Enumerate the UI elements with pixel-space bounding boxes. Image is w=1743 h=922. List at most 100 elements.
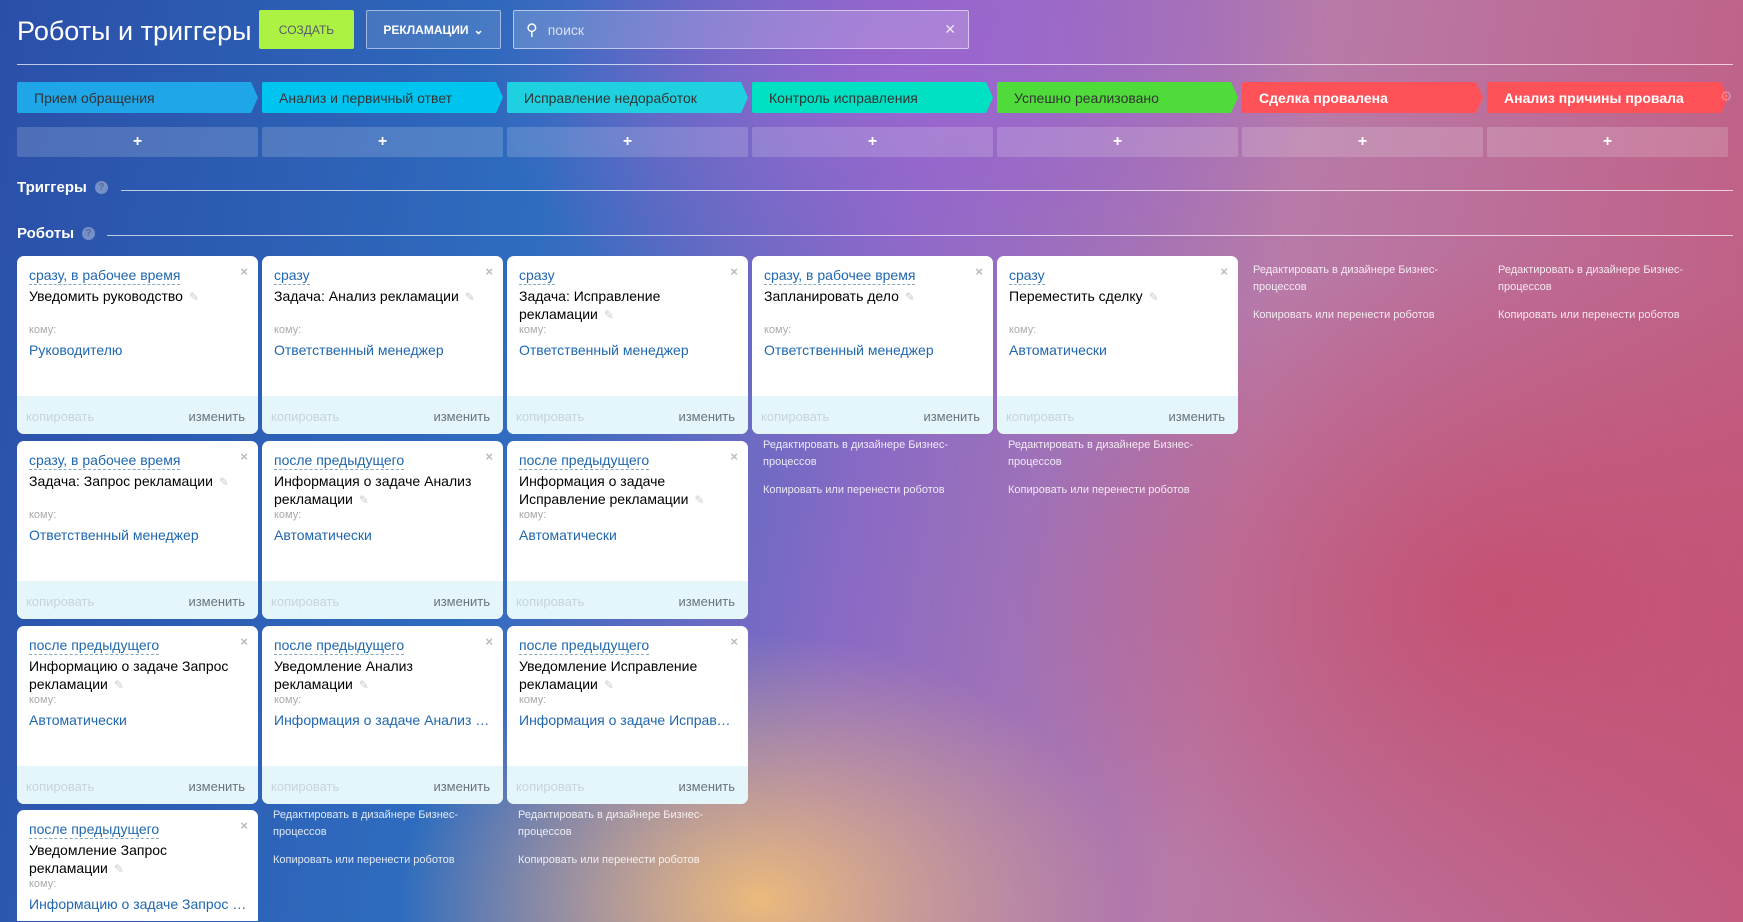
pencil-icon[interactable]: ✎ [359, 493, 369, 507]
copy-move-robots-link[interactable]: Копировать или перенести роботов [1253, 307, 1453, 324]
search-input[interactable] [547, 21, 945, 38]
recipient-link[interactable]: Информация о задаче Анализ рекламации [274, 712, 493, 728]
recipient-link[interactable]: Ответственный менеджер [519, 342, 738, 358]
robot-card[interactable]: сразу, в рабочее время × Уведомить руков… [17, 256, 258, 434]
copy-button[interactable]: копировать [761, 409, 829, 424]
pencil-icon[interactable]: ✎ [694, 493, 704, 507]
robot-card[interactable]: после предыдущего × Уведомление Запрос р… [17, 810, 258, 921]
copy-button[interactable]: копировать [26, 594, 94, 609]
add-trigger-button[interactable]: + [752, 127, 993, 157]
copy-button[interactable]: копировать [516, 409, 584, 424]
close-icon[interactable]: × [730, 449, 738, 464]
add-trigger-button[interactable]: + [1242, 127, 1483, 157]
recipient-link[interactable]: Ответственный менеджер [274, 342, 493, 358]
copy-button[interactable]: копировать [271, 409, 339, 424]
copy-button[interactable]: копировать [26, 779, 94, 794]
edit-button[interactable]: изменить [433, 409, 490, 424]
close-icon[interactable]: × [975, 264, 983, 279]
robot-trigger-link[interactable]: после предыдущего [29, 820, 160, 839]
edit-button[interactable]: изменить [433, 594, 490, 609]
close-icon[interactable]: × [485, 449, 493, 464]
recipient-link[interactable]: Информацию о задаче Запрос рекламации [29, 896, 248, 912]
copy-move-robots-link[interactable]: Копировать или перенести роботов [273, 852, 473, 869]
edit-button[interactable]: изменить [188, 409, 245, 424]
close-icon[interactable]: × [240, 264, 248, 279]
add-trigger-button[interactable]: + [262, 127, 503, 157]
edit-button[interactable]: изменить [188, 779, 245, 794]
robot-card[interactable]: после предыдущего × Уведомление Исправле… [507, 626, 748, 804]
pencil-icon[interactable]: ✎ [189, 290, 199, 304]
edit-button[interactable]: изменить [923, 409, 980, 424]
edit-button[interactable]: изменить [433, 779, 490, 794]
create-button[interactable]: СОЗДАТЬ [259, 10, 354, 49]
robot-card[interactable]: сразу × Задача: Анализ рекламации ✎ кому:… [262, 256, 503, 434]
edit-button[interactable]: изменить [678, 594, 735, 609]
recipient-link[interactable]: Ответственный менеджер [29, 527, 248, 543]
edit-in-designer-link[interactable]: Редактировать в дизайнере Бизнес-процесс… [273, 807, 473, 841]
copy-move-robots-link[interactable]: Копировать или перенести роботов [1008, 482, 1208, 499]
copy-button[interactable]: копировать [271, 594, 339, 609]
robot-trigger-link[interactable]: сразу [1009, 266, 1045, 285]
recipient-link[interactable]: Автоматически [274, 527, 493, 543]
pencil-icon[interactable]: ✎ [359, 678, 369, 692]
category-dropdown[interactable]: РЕКЛАМАЦИИ ⌄ [366, 10, 501, 49]
add-trigger-button[interactable]: + [507, 127, 748, 157]
pencil-icon[interactable]: ✎ [905, 290, 915, 304]
stage-header[interactable]: Исправление недоработок [507, 82, 748, 113]
copy-button[interactable]: копировать [516, 594, 584, 609]
help-icon[interactable]: ? [82, 227, 96, 240]
recipient-link[interactable]: Руководителю [29, 342, 248, 358]
close-icon[interactable]: × [485, 634, 493, 649]
robot-trigger-link[interactable]: сразу, в рабочее время [29, 266, 181, 285]
robot-card[interactable]: сразу, в рабочее время × Запланировать д… [752, 256, 993, 434]
pencil-icon[interactable]: ✎ [465, 290, 475, 304]
close-icon[interactable]: × [240, 449, 248, 464]
robot-trigger-link[interactable]: сразу, в рабочее время [764, 266, 916, 285]
edit-in-designer-link[interactable]: Редактировать в дизайнере Бизнес-процесс… [1253, 262, 1453, 296]
pencil-icon[interactable]: ✎ [114, 862, 124, 876]
robot-card[interactable]: сразу, в рабочее время × Задача: Запрос … [17, 441, 258, 619]
edit-in-designer-link[interactable]: Редактировать в дизайнере Бизнес-процесс… [1008, 437, 1208, 471]
recipient-link[interactable]: Информация о задаче Исправление рекламац… [519, 712, 738, 728]
stage-header[interactable]: Прием обращения [17, 82, 258, 113]
robot-trigger-link[interactable]: сразу [519, 266, 555, 285]
search-box[interactable]: ⚲ ✕ [513, 10, 969, 49]
edit-button[interactable]: изменить [678, 409, 735, 424]
add-trigger-button[interactable]: + [1487, 127, 1728, 157]
copy-move-robots-link[interactable]: Копировать или перенести роботов [763, 482, 963, 499]
help-icon[interactable]: ? [94, 181, 108, 194]
add-trigger-button[interactable]: + [997, 127, 1238, 157]
copy-button[interactable]: копировать [26, 409, 94, 424]
clear-icon[interactable]: ✕ [944, 21, 956, 38]
gear-icon[interactable]: ⚙ [1720, 88, 1733, 105]
robot-trigger-link[interactable]: сразу [274, 266, 310, 285]
edit-button[interactable]: изменить [678, 779, 735, 794]
robot-trigger-link[interactable]: после предыдущего [29, 636, 160, 655]
close-icon[interactable]: × [730, 634, 738, 649]
stage-header[interactable]: Контроль исправления [752, 82, 993, 113]
stage-header[interactable]: Сделка провалена [1242, 82, 1483, 113]
recipient-link[interactable]: Ответственный менеджер [764, 342, 983, 358]
robot-trigger-link[interactable]: после предыдущего [274, 636, 405, 655]
robot-card[interactable]: после предыдущего × Информация о задаче … [507, 441, 748, 619]
edit-in-designer-link[interactable]: Редактировать в дизайнере Бизнес-процесс… [763, 437, 963, 471]
pencil-icon[interactable]: ✎ [604, 308, 614, 322]
robot-trigger-link[interactable]: после предыдущего [519, 451, 650, 470]
edit-in-designer-link[interactable]: Редактировать в дизайнере Бизнес-процесс… [1498, 262, 1698, 296]
copy-button[interactable]: копировать [516, 779, 584, 794]
edit-button[interactable]: изменить [188, 594, 245, 609]
recipient-link[interactable]: Автоматически [29, 712, 248, 728]
copy-button[interactable]: копировать [271, 779, 339, 794]
robot-card[interactable]: после предыдущего × Информация о задаче … [262, 441, 503, 619]
stage-header[interactable]: Анализ причины провала [1487, 82, 1728, 113]
robot-trigger-link[interactable]: сразу, в рабочее время [29, 451, 181, 470]
edit-in-designer-link[interactable]: Редактировать в дизайнере Бизнес-процесс… [518, 807, 718, 841]
close-icon[interactable]: × [240, 634, 248, 649]
add-trigger-button[interactable]: + [17, 127, 258, 157]
robot-card[interactable]: сразу × Задача: Исправление рекламации ✎ … [507, 256, 748, 434]
stage-header[interactable]: Успешно реализовано [997, 82, 1238, 113]
robot-card[interactable]: после предыдущего × Информацию о задаче … [17, 626, 258, 804]
pencil-icon[interactable]: ✎ [219, 475, 229, 489]
stage-header[interactable]: Анализ и первичный ответ [262, 82, 503, 113]
robot-trigger-link[interactable]: после предыдущего [519, 636, 650, 655]
